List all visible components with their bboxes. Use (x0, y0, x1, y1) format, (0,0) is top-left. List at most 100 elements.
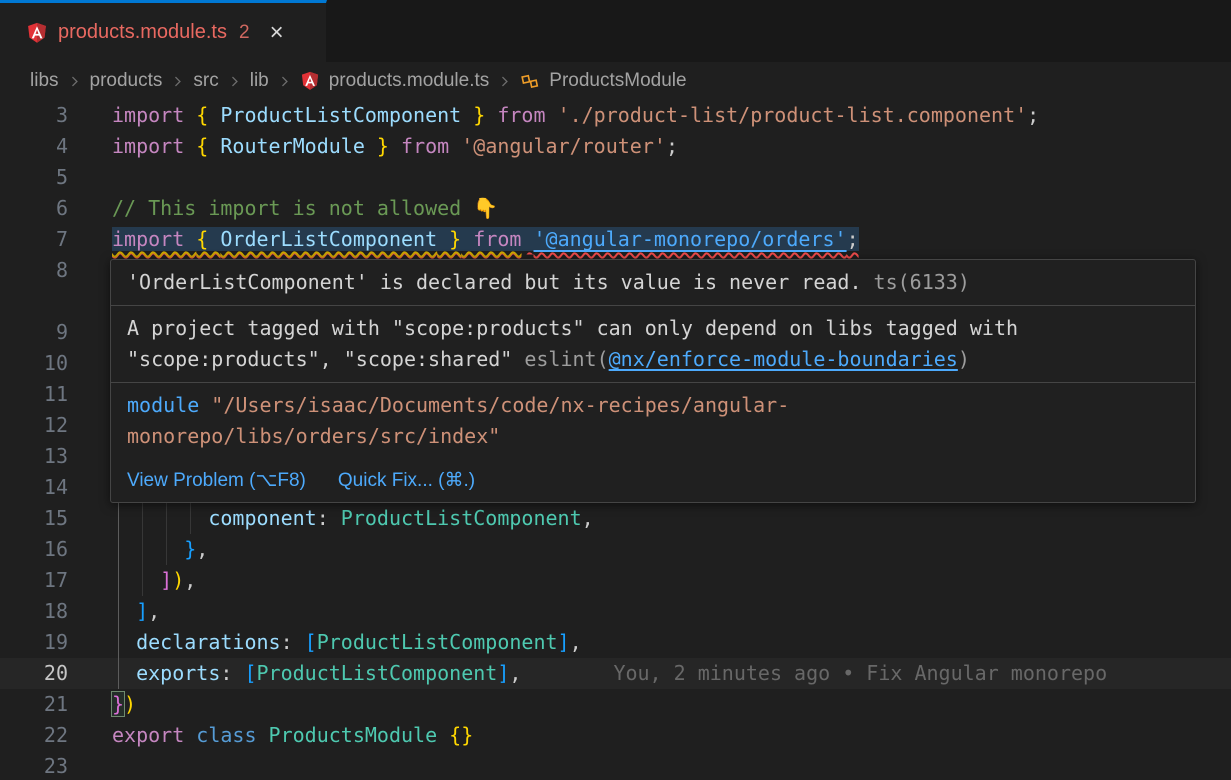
tab-bar: products.module.ts 2 × (0, 0, 1231, 62)
code-token: } (461, 103, 485, 127)
indent-guide (118, 534, 119, 565)
line-number[interactable]: 22 (0, 720, 68, 751)
code-token: ProductListComponent (257, 661, 498, 685)
code-content[interactable]: }, (112, 534, 1231, 565)
tab-products-module[interactable]: products.module.ts 2 × (0, 0, 327, 62)
line-number[interactable]: 16 (0, 534, 68, 565)
code-token: {} (449, 723, 473, 747)
line-number[interactable]: 4 (0, 131, 68, 162)
line-number[interactable]: 3 (0, 100, 68, 131)
code-line-4[interactable]: 4 import { RouterModule } from '@angular/… (0, 131, 1231, 162)
quick-fix-button[interactable]: Quick Fix... (⌘.) (338, 468, 475, 493)
code-line-20[interactable]: 20 exports: [ProductListComponent],You, … (0, 658, 1231, 689)
code-token: , (570, 630, 582, 654)
breadcrumb-item-products[interactable]: products (90, 70, 163, 92)
chevron-right-icon (228, 75, 241, 88)
line-number[interactable]: 7 (0, 224, 68, 255)
code-line-22[interactable]: 22 export class ProductsModule {} (0, 720, 1231, 751)
code-token: './product-list/product-list.component' (558, 103, 1028, 127)
breadcrumb-item-lib[interactable]: lib (250, 70, 269, 92)
line-number[interactable]: 11 (0, 379, 68, 410)
line-number[interactable]: 5 (0, 162, 68, 193)
line-number[interactable]: 6 (0, 193, 68, 224)
code-content[interactable]: import { OrderListComponent } from '@ang… (112, 224, 1231, 255)
tab-title: products.module.ts (58, 21, 227, 44)
line-number[interactable]: 18 (0, 596, 68, 627)
line-number[interactable]: 19 (0, 627, 68, 658)
line-number[interactable]: 10 (0, 348, 68, 379)
code-content[interactable]: // This import is not allowed 👇 (112, 193, 1231, 224)
line-number[interactable]: 15 (0, 503, 68, 534)
line-number[interactable]: 23 (0, 751, 68, 780)
code-content[interactable]: import { RouterModule } from '@angular/r… (112, 131, 1231, 162)
code-content[interactable]: ]), (112, 565, 1231, 596)
code-token: ; (666, 134, 678, 158)
breadcrumb-item-src[interactable]: src (193, 70, 218, 92)
line-number[interactable]: 9 (0, 317, 68, 348)
code-content[interactable]: }) (112, 689, 1231, 720)
ts-error-message: 'OrderListComponent' is declared but its… (127, 270, 862, 294)
code-line-15[interactable]: 15 component: ProductListComponent, (0, 503, 1231, 534)
eslint-message-line1: A project tagged with "scope:products" c… (127, 316, 1018, 340)
angular-icon (26, 22, 48, 44)
code-content[interactable]: export class ProductsModule {} (112, 720, 1231, 751)
line-number[interactable]: 21 (0, 689, 68, 720)
code-line-23[interactable]: 23 (0, 751, 1231, 780)
code-token: ; (847, 227, 859, 251)
code-line-17[interactable]: 17 ]), (0, 565, 1231, 596)
code-line-3[interactable]: 3 import { ProductListComponent } from '.… (0, 100, 1231, 131)
breadcrumb-item-libs[interactable]: libs (30, 70, 59, 92)
indent-guide (118, 596, 119, 627)
code-line-21[interactable]: 21}) (0, 689, 1231, 720)
code-token: , (509, 661, 521, 685)
chevron-right-icon (278, 75, 291, 88)
indent-guide (118, 503, 119, 534)
code-line-16[interactable]: 16 }, (0, 534, 1231, 565)
code-token: ; (1027, 103, 1039, 127)
code-token: { (196, 227, 220, 251)
error-squiggle-span: import { OrderListComponent } from '@ang… (112, 227, 859, 251)
code-line-18[interactable]: 18 ], (0, 596, 1231, 627)
code-token: } (112, 692, 124, 716)
code-content[interactable]: component: ProductListComponent, (112, 503, 1231, 534)
code-token: from (485, 103, 557, 127)
chevron-right-icon (68, 75, 81, 88)
view-problem-button[interactable]: View Problem (⌥F8) (127, 468, 306, 493)
breadcrumb-item-symbol[interactable]: ProductsModule (549, 70, 686, 92)
code-token: OrderListComponent (220, 227, 437, 251)
line-number[interactable]: 8 (0, 255, 68, 286)
indent-guide (190, 503, 191, 534)
code-line-19[interactable]: 19 declarations: [ProductListComponent], (0, 627, 1231, 658)
indent-guide (166, 503, 167, 534)
line-number[interactable]: 17 (0, 565, 68, 596)
tab-problems-badge: 2 (239, 22, 250, 44)
code-line-6[interactable]: 6 // This import is not allowed 👇 (0, 193, 1231, 224)
code-token: { (196, 134, 220, 158)
code-content[interactable]: declarations: [ProductListComponent], (112, 627, 1231, 658)
code-token: ProductListComponent (317, 630, 558, 654)
code-token: ) (124, 692, 136, 716)
code-content[interactable]: ], (112, 596, 1231, 627)
code-token: } (112, 537, 196, 561)
chevron-right-icon (171, 75, 184, 88)
line-number[interactable]: 13 (0, 441, 68, 472)
angular-icon (300, 71, 320, 91)
code-content[interactable]: import { ProductListComponent } from './… (112, 100, 1231, 131)
code-content[interactable]: exports: [ProductListComponent],You, 2 m… (112, 658, 1231, 689)
code-line-7[interactable]: 7 import { OrderListComponent } from '@an… (0, 224, 1231, 255)
code-token: } (437, 227, 461, 251)
close-icon[interactable]: × (270, 21, 284, 45)
chevron-right-icon (498, 75, 511, 88)
eslint-rule-link[interactable]: @nx/enforce-module-boundaries (609, 347, 958, 371)
code-token: import (112, 134, 196, 158)
code-token: '@angular/router' (461, 134, 666, 158)
line-number[interactable]: 12 (0, 410, 68, 441)
breadcrumb-item-file[interactable]: products.module.ts (329, 70, 490, 92)
line-number[interactable]: 20 (0, 658, 68, 689)
code-token: [ (305, 630, 317, 654)
module-path-link[interactable]: '@angular-monorepo/orders' (534, 227, 847, 251)
code-line-5[interactable]: 5 (0, 162, 1231, 193)
code-token: , (148, 599, 160, 623)
code-token: ) (172, 568, 184, 592)
line-number[interactable]: 14 (0, 472, 68, 503)
